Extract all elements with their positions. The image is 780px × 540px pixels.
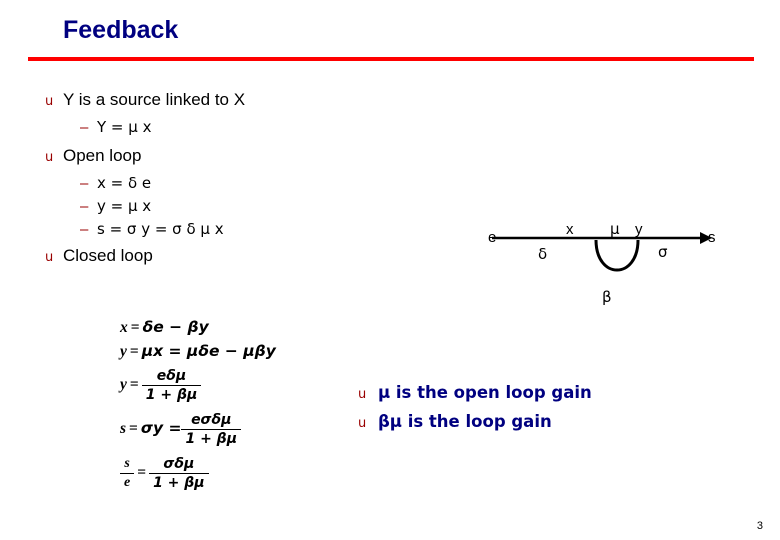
bullet-item-3: u Closed loop (45, 246, 153, 266)
equation-rhs: μx = μδe − μβy (141, 342, 276, 360)
dash-icon: – (80, 198, 89, 215)
bullet-marker-icon: u (358, 387, 367, 402)
diagram-node-y-label: y (635, 221, 643, 238)
dash-icon: – (80, 119, 89, 136)
note-label: μ is the open loop gain (378, 383, 592, 402)
bullet-label: Y is a source linked to X (63, 90, 246, 109)
sub-bullet-label: x = δ e (97, 174, 152, 192)
fraction-numerator: eδμ (156, 368, 187, 384)
bullet-item-2: u Open loop (45, 146, 141, 166)
diagram-feedback-beta-label: β (602, 288, 612, 306)
fraction-rhs: σδμ 1 + βμ (149, 456, 209, 491)
fraction-lhs: se (120, 456, 135, 491)
equation-rhs: δe − βy (142, 318, 209, 336)
fraction-numerator: s (124, 456, 130, 471)
note-label: βμ is the loop gain (378, 412, 552, 431)
signal-flow-diagram: e x μ y s δ σ β (470, 210, 760, 320)
fraction-denominator: e (120, 473, 135, 491)
fraction-denominator: 1 + βμ (181, 429, 241, 447)
bullet-marker-icon: u (45, 150, 54, 165)
dash-icon: – (80, 221, 89, 238)
fraction-denominator: 1 + βμ (149, 473, 209, 491)
bullet-marker-icon: u (45, 250, 54, 265)
bullet-label: Closed loop (63, 246, 153, 265)
equation-lhs: y (120, 343, 127, 360)
note-item-1: u μ is the open loop gain (358, 383, 592, 402)
fraction-denominator: 1 + βμ (141, 385, 202, 403)
fraction: eσδμ 1 + βμ (181, 412, 241, 447)
diagram-gain-sigma-label: σ (658, 243, 668, 261)
note-item-2: u βμ is the loop gain (358, 412, 552, 431)
equation-rhs-prefix: σy = (140, 419, 182, 438)
bullet-item-1: u Y is a source linked to X (45, 90, 245, 110)
equation-lhs: y (120, 376, 127, 394)
diagram-output-label: s (708, 229, 716, 246)
feedback-loop-curve (594, 239, 640, 272)
fraction: eδμ 1 + βμ (141, 368, 202, 403)
equation-3: y = eδμ 1 + βμ (120, 368, 202, 403)
bullet-label: Open loop (63, 146, 142, 165)
fraction-numerator: eσδμ (191, 412, 232, 428)
slide: Feedback u Y is a source linked to X – Y… (0, 0, 780, 540)
dash-icon: – (80, 175, 89, 192)
equation-2: y = μx = μδe − μβy (120, 342, 276, 360)
fraction-numerator: σδμ (163, 456, 195, 472)
equation-5: s e = σδμ 1 + βμ (120, 456, 209, 491)
sub-bullet-label: s = σ y = σ δ μ x (97, 220, 224, 238)
page-number: 3 (756, 520, 763, 532)
equation-1: x = δe − βy (120, 318, 209, 336)
page-title: Feedback (63, 16, 179, 44)
bullet-marker-icon: u (45, 94, 54, 109)
sub-bullet-2-2: – y = μ x (80, 197, 151, 215)
sub-bullet-label: y = μ x (97, 197, 152, 215)
sub-bullet-label: Y = μ x (97, 118, 152, 136)
sub-bullet-1-1: – Y = μ x (80, 118, 151, 136)
title-divider (28, 57, 754, 61)
sub-bullet-2-3: – s = σ y = σ δ μ x (80, 220, 224, 238)
equation-lhs: x (120, 319, 128, 336)
diagram-gain-mu-label: μ (610, 220, 620, 238)
equation-4: s = σy = eσδμ 1 + βμ (120, 412, 241, 447)
diagram-gain-delta-label: δ (538, 245, 548, 263)
diagram-input-label: e (488, 229, 497, 246)
bullet-marker-icon: u (358, 416, 367, 431)
sub-bullet-2-1: – x = δ e (80, 174, 151, 192)
diagram-node-x-label: x (566, 221, 574, 238)
